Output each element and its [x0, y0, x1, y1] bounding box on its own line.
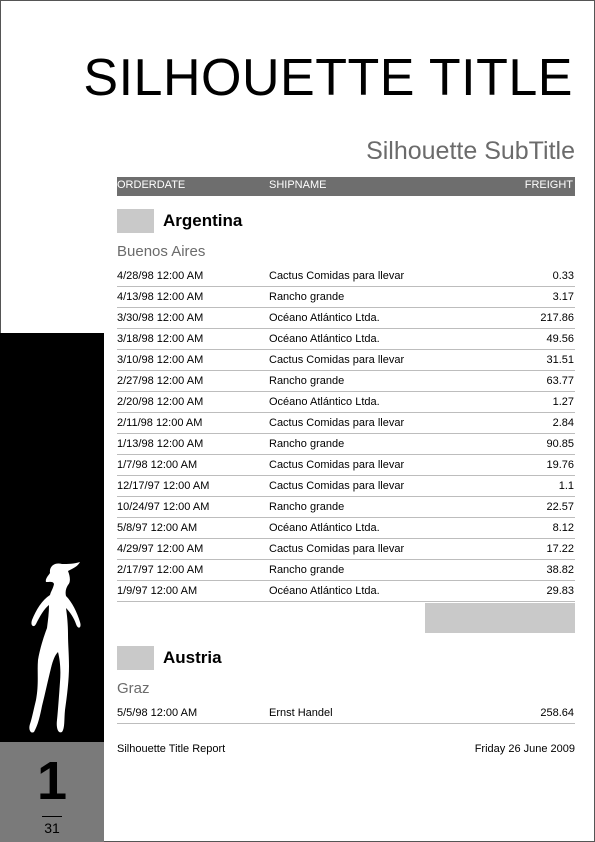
column-header-orderdate: ORDERDATE: [117, 179, 186, 191]
orderdate-cell: 1/7/98 12:00 AM: [117, 459, 198, 471]
orderdate-cell: 3/18/98 12:00 AM: [117, 333, 204, 345]
table-row: 2/11/98 12:00 AM Cactus Comidas para llev…: [117, 412, 575, 434]
group-marker: [117, 209, 154, 233]
page-number: 1: [36, 751, 68, 811]
orderdate-cell: 1/9/97 12:00 AM: [117, 585, 198, 597]
orderdate-cell: 10/24/97 12:00 AM: [117, 501, 210, 513]
shipname-cell: Océano Atlántico Ltda.: [269, 522, 380, 534]
shipname-cell: Océano Atlántico Ltda.: [269, 396, 380, 408]
table-row: 1/7/98 12:00 AM Cactus Comidas para lleva…: [117, 454, 575, 476]
orderdate-cell: 3/10/98 12:00 AM: [117, 354, 204, 366]
orderdate-cell: 1/13/98 12:00 AM: [117, 438, 204, 450]
shipname-cell: Rancho grande: [269, 438, 345, 450]
shipname-cell: Rancho grande: [269, 375, 345, 387]
freight-cell: 1.27: [552, 396, 574, 408]
freight-cell: 63.77: [546, 375, 574, 387]
table-row: 3/10/98 12:00 AM Cactus Comidas para llev…: [117, 349, 575, 371]
freight-cell: 17.22: [546, 543, 574, 555]
group-country: Austria: [163, 648, 222, 667]
orderdate-cell: 5/5/98 12:00 AM: [117, 707, 198, 719]
orderdate-cell: 2/27/98 12:00 AM: [117, 375, 204, 387]
orderdate-cell: 4/29/97 12:00 AM: [117, 543, 204, 555]
shipname-cell: Océano Atlántico Ltda.: [269, 312, 380, 324]
group-city: Buenos Aires: [117, 243, 206, 260]
shipname-cell: Rancho grande: [269, 501, 345, 513]
table-row: 2/27/98 12:00 AM Rancho grande 63.77: [117, 370, 575, 392]
group-city: Graz: [117, 680, 150, 697]
table-row: 4/28/98 12:00 AM Cactus Comidas para llev…: [117, 265, 575, 287]
freight-cell: 29.83: [546, 585, 574, 597]
table-row: 3/30/98 12:00 AM Océano Atlántico Ltda. 21…: [117, 307, 575, 329]
shipname-cell: Rancho grande: [269, 291, 345, 303]
freight-cell: 49.56: [546, 333, 574, 345]
table-row: 4/29/97 12:00 AM Cactus Comidas para llev…: [117, 538, 575, 560]
woman-silhouette-icon: [29, 562, 81, 733]
orderdate-cell: 2/11/98 12:00 AM: [117, 417, 203, 429]
report-subtitle: Silhouette SubTitle: [366, 137, 575, 165]
freight-cell: 3.17: [552, 291, 574, 303]
table-row: 5/5/98 12:00 AM Ernst Handel 258.64: [117, 702, 575, 724]
orderdate-cell: 4/28/98 12:00 AM: [117, 270, 204, 282]
page-number-divider: [42, 816, 62, 817]
freight-cell: 22.57: [546, 501, 574, 513]
table-row: 1/9/97 12:00 AM Océano Atlántico Ltda. 29.…: [117, 580, 575, 602]
group-footer-box: [425, 603, 575, 633]
shipname-cell: Cactus Comidas para llevar: [269, 270, 405, 282]
group-country: Argentina: [163, 211, 243, 230]
report-title: SILHOUETTE TITLE: [83, 49, 573, 107]
page-total: 31: [44, 820, 60, 836]
column-header-shipname: SHIPNAME: [269, 179, 327, 191]
shipname-cell: Cactus Comidas para llevar: [269, 480, 405, 492]
orderdate-cell: 4/13/98 12:00 AM: [117, 291, 204, 303]
table-row: 1/13/98 12:00 AM Rancho grande 90.85: [117, 433, 575, 455]
shipname-cell: Cactus Comidas para llevar: [269, 459, 405, 471]
column-header: ORDERDATE SHIPNAME FREIGHT: [117, 177, 575, 196]
freight-cell: 38.82: [546, 564, 574, 576]
freight-cell: 217.86: [540, 312, 574, 324]
table-row: 2/17/97 12:00 AM Rancho grande 38.82: [117, 559, 575, 581]
shipname-cell: Océano Atlántico Ltda.: [269, 333, 380, 345]
shipname-cell: Cactus Comidas para llevar: [269, 543, 405, 555]
table-row: 5/8/97 12:00 AM Océano Atlántico Ltda. 8.1…: [117, 517, 575, 539]
shipname-cell: Océano Atlántico Ltda.: [269, 585, 380, 597]
footer-report-name: Silhouette Title Report: [117, 743, 226, 755]
shipname-cell: Ernst Handel: [269, 707, 333, 719]
freight-cell: 90.85: [546, 438, 574, 450]
shipname-cell: Cactus Comidas para llevar: [269, 354, 405, 366]
group-marker: [117, 646, 154, 670]
freight-cell: 258.64: [540, 707, 574, 719]
table-row: 3/18/98 12:00 AM Océano Atlántico Ltda. 49…: [117, 328, 575, 350]
table-row: 4/13/98 12:00 AM Rancho grande 3.17: [117, 286, 575, 308]
orderdate-cell: 12/17/97 12:00 AM: [117, 480, 210, 492]
orderdate-cell: 2/17/97 12:00 AM: [117, 564, 204, 576]
freight-cell: 8.12: [552, 522, 574, 534]
freight-cell: 2.84: [552, 417, 574, 429]
freight-cell: 19.76: [546, 459, 574, 471]
footer-date: Friday 26 June 2009: [474, 743, 575, 755]
shipname-cell: Cactus Comidas para llevar: [269, 417, 405, 429]
freight-cell: 31.51: [546, 354, 574, 366]
table-row: 10/24/97 12:00 AM Rancho grande 22.57: [117, 496, 575, 518]
freight-cell: 1.1: [558, 480, 574, 492]
orderdate-cell: 3/30/98 12:00 AM: [117, 312, 204, 324]
column-header-freight: FREIGHT: [524, 179, 573, 191]
freight-cell: 0.33: [552, 270, 574, 282]
orderdate-cell: 5/8/97 12:00 AM: [117, 522, 198, 534]
shipname-cell: Rancho grande: [269, 564, 345, 576]
table-row: 2/20/98 12:00 AM Océano Atlántico Ltda. 1.…: [117, 391, 575, 413]
orderdate-cell: 2/20/98 12:00 AM: [117, 396, 204, 408]
table-row: 12/17/97 12:00 AM Cactus Comidas para lle…: [117, 475, 575, 497]
